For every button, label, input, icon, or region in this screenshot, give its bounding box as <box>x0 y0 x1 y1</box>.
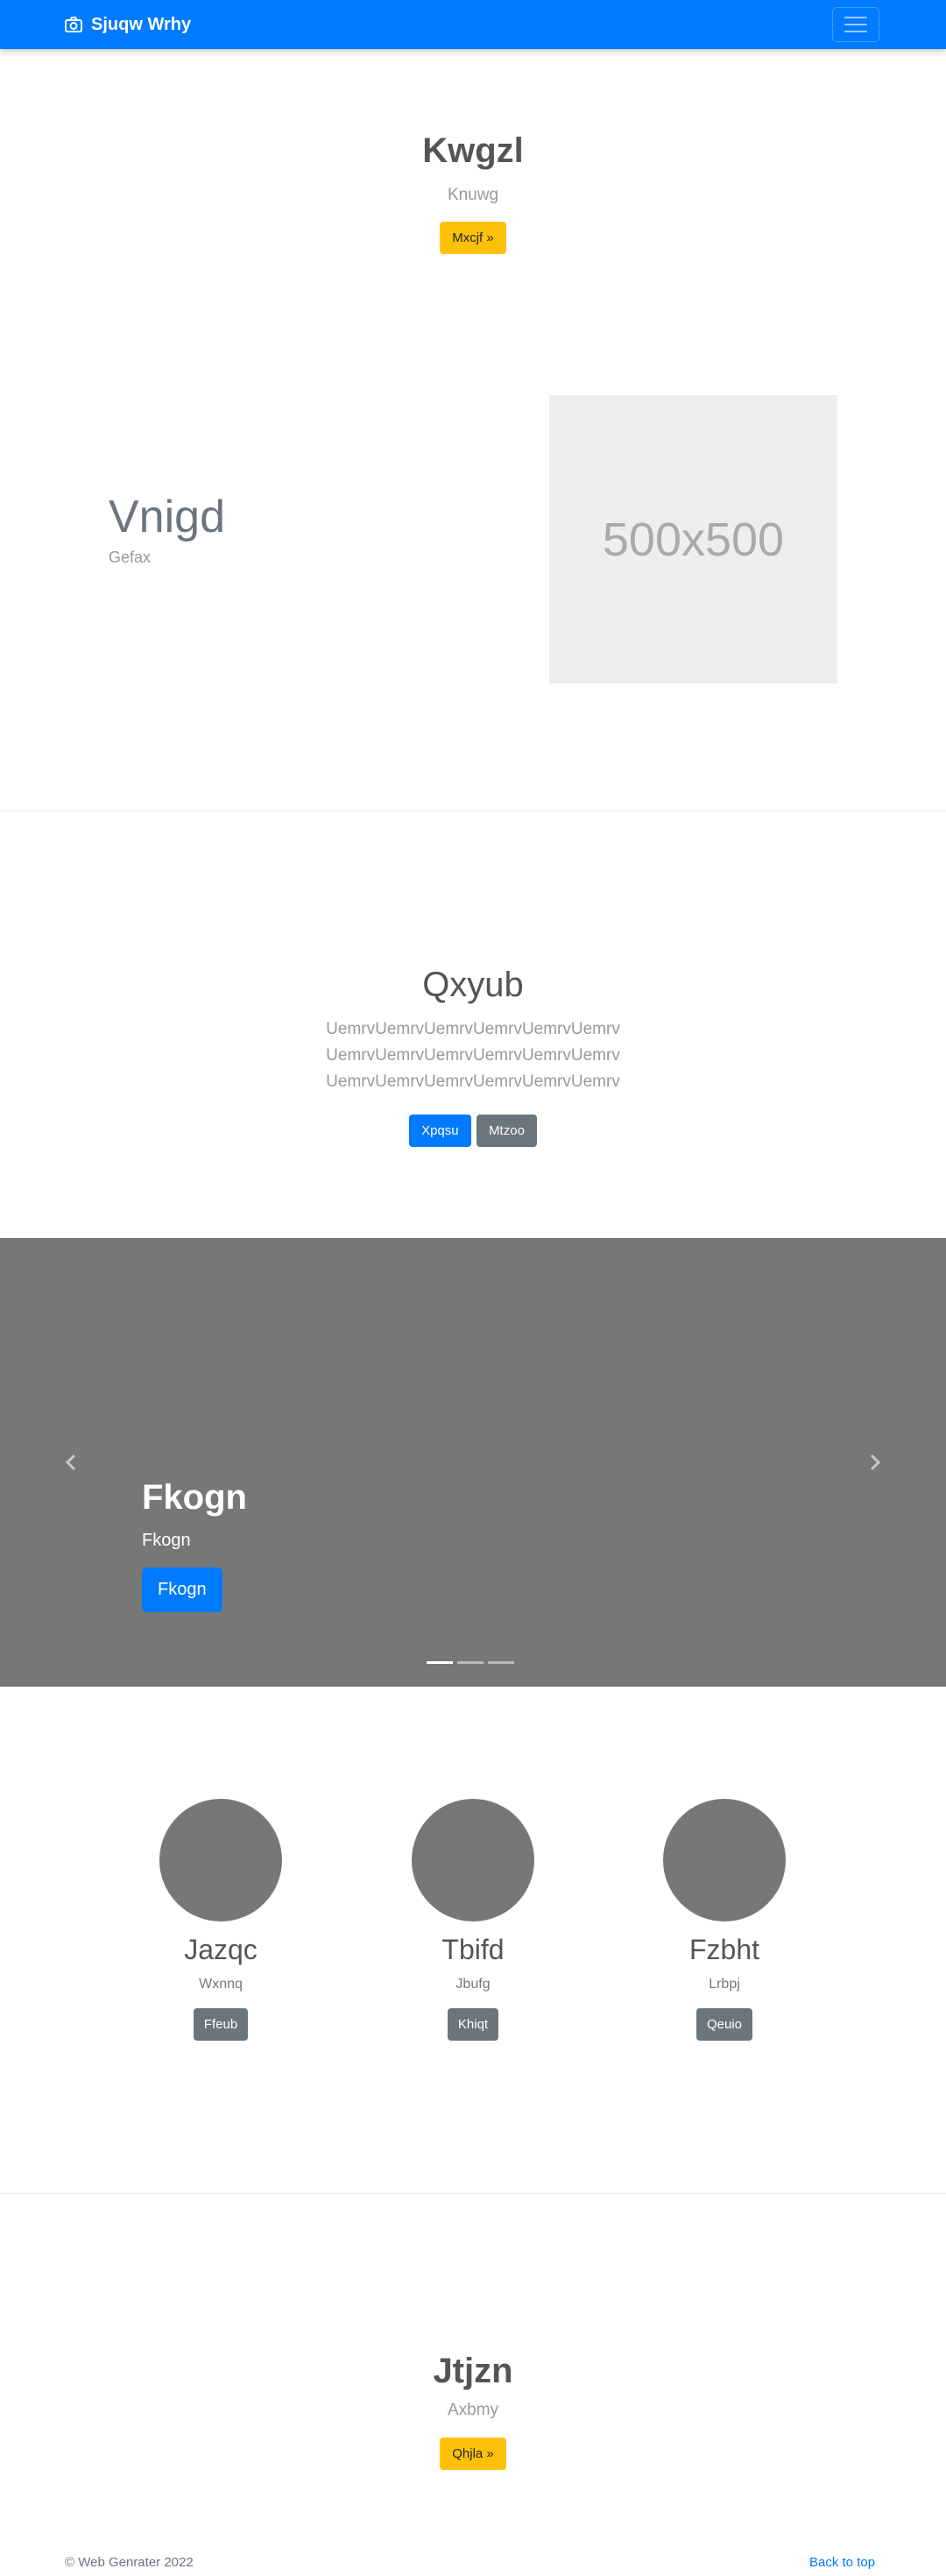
cta-subtitle: Axbmy <box>447 2401 499 2419</box>
team-name: Tbifd <box>441 1934 505 1965</box>
carousel: Fkogn Fkogn Fkogn <box>0 1238 946 1687</box>
section-buttons: Xpqsu Mtzoo <box>0 1115 946 1147</box>
back-to-top-link[interactable]: Back to top <box>809 2555 875 2570</box>
cta-title: Jtjzn <box>433 2352 513 2390</box>
footer-copyright: © Web Genrater 2022 <box>65 2555 194 2570</box>
navbar-toggle-button[interactable] <box>832 7 879 42</box>
section-line: UemrvUemrvUemrvUemrvUemrvUemrv <box>326 1020 620 1038</box>
brand-link[interactable]: Sjuqw Wrhy <box>65 0 191 49</box>
team-member: Jazqc Wxnnq Ffeub <box>124 1799 317 2041</box>
feature-subtitle: Gefax <box>109 548 152 566</box>
feature-title: Vnigd <box>109 492 225 542</box>
navbar: Sjuqw Wrhy <box>0 0 946 49</box>
carousel-indicator[interactable] <box>488 1661 514 1664</box>
section-line: UemrvUemrvUemrvUemrvUemrvUemrv <box>326 1072 620 1091</box>
section-text: UemrvUemrvUemrvUemrvUemrvUemrv UemrvUemr… <box>0 1016 946 1095</box>
hamburger-icon <box>844 17 867 18</box>
carousel-indicator[interactable] <box>457 1661 484 1664</box>
team-role: Wxnnq <box>199 1977 243 1992</box>
section-title: Qxyub <box>422 966 524 1004</box>
carousel-title: Fkogn <box>142 1478 247 1517</box>
team-name: Jazqc <box>184 1934 258 1965</box>
carousel-indicator[interactable] <box>427 1661 453 1664</box>
primary-button[interactable]: Xpqsu <box>409 1115 471 1147</box>
chevron-left-icon <box>65 1454 76 1471</box>
divider <box>0 2193 946 2194</box>
team-button[interactable]: Khiqt <box>447 2008 499 2041</box>
cta-button[interactable]: Qhjla » <box>440 2438 506 2470</box>
carousel-subtitle: Fkogn <box>142 1531 191 1550</box>
camera-icon <box>65 17 82 32</box>
section-line: UemrvUemrvUemrvUemrvUemrvUemrv <box>326 1046 620 1065</box>
placeholder-image: 500x500 <box>549 395 837 683</box>
hero-button-wrap: Mxcjf » <box>0 222 946 254</box>
carousel-indicators <box>427 1661 514 1664</box>
avatar <box>159 1799 282 1921</box>
placeholder-label: 500x500 <box>602 513 785 566</box>
carousel-next-button[interactable] <box>864 1452 885 1473</box>
divider <box>0 810 946 811</box>
team-name: Fzbht <box>688 1934 760 1965</box>
hero-subtitle: Knuwg <box>447 186 499 204</box>
team-button[interactable]: Ffeub <box>193 2008 249 2041</box>
hero-button[interactable]: Mxcjf » <box>440 222 506 254</box>
brand-name: Sjuqw Wrhy <box>91 14 192 34</box>
cta-button-wrap: Qhjla » <box>0 2438 946 2470</box>
avatar <box>663 1799 786 1921</box>
avatar <box>412 1799 534 1921</box>
carousel-button[interactable]: Fkogn <box>142 1568 222 1612</box>
team-member: Tbifd Jbufg Khiqt <box>377 1799 569 2041</box>
team-role: Lrbpj <box>709 1977 740 1992</box>
carousel-prev-button[interactable] <box>61 1452 82 1473</box>
team-button[interactable]: Qeuio <box>695 2008 753 2041</box>
secondary-button[interactable]: Mtzoo <box>477 1115 537 1147</box>
hero-title: Kwgzl <box>422 131 524 170</box>
team-member: Fzbht Lrbpj Qeuio <box>628 1799 821 2041</box>
team-role: Jbufg <box>455 1977 491 1992</box>
chevron-right-icon <box>870 1454 881 1471</box>
